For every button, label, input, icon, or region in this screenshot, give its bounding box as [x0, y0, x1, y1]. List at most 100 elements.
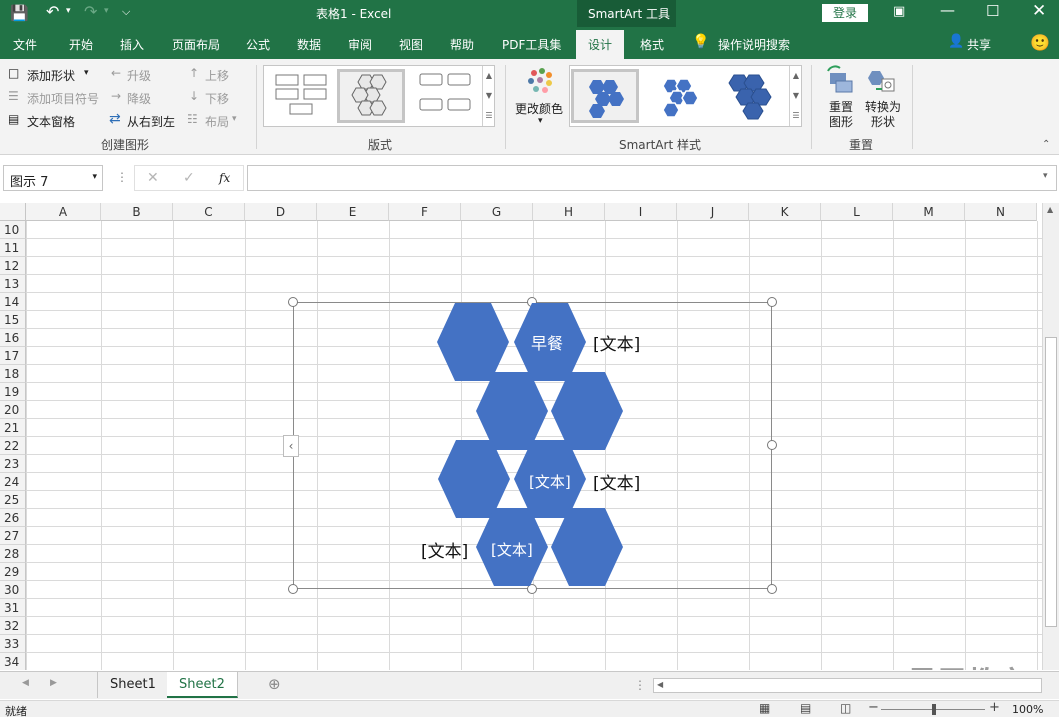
tab-formulas[interactable]: 公式: [246, 36, 270, 53]
login-button[interactable]: 登录: [822, 4, 868, 22]
add-bullet-button[interactable]: 添加项目符号: [27, 90, 99, 107]
redo-icon[interactable]: ↷: [84, 2, 97, 21]
hexagon-shape[interactable]: [438, 440, 510, 518]
create-graphic-group-label: 创建图形: [101, 138, 150, 152]
add-shape-icon: □: [8, 66, 20, 80]
redo-dropdown-icon[interactable]: ▾: [104, 6, 109, 16]
user-icon: 👤: [948, 34, 965, 49]
sheet-tab-sheet1[interactable]: Sheet1: [97, 672, 169, 698]
horizontal-scrollbar[interactable]: ◀: [653, 678, 1042, 693]
page-layout-view-icon[interactable]: ▤: [800, 701, 811, 715]
right-to-left-icon: ⇄: [109, 111, 121, 127]
side-text-placeholder[interactable]: [文本]: [421, 537, 468, 562]
scroll-up-icon[interactable]: ▲: [1047, 205, 1053, 214]
insert-function-icon[interactable]: fx: [219, 171, 230, 185]
layout-option-blocks[interactable]: [268, 69, 336, 123]
tab-review[interactable]: 审阅: [348, 36, 372, 53]
hexagon-shape[interactable]: [551, 508, 623, 586]
change-colors-button[interactable]: 更改颜色: [515, 100, 563, 117]
new-sheet-icon[interactable]: ⊕: [268, 675, 281, 693]
tab-page-layout[interactable]: 页面布局: [172, 36, 220, 53]
tab-data[interactable]: 数据: [297, 36, 321, 53]
style-option-3d[interactable]: [720, 69, 788, 123]
zoom-slider-thumb[interactable]: [932, 704, 936, 715]
change-colors-dropdown-icon[interactable]: ▾: [538, 116, 543, 126]
tab-insert[interactable]: 插入: [120, 36, 144, 53]
tab-help[interactable]: 帮助: [450, 36, 474, 53]
tab-view[interactable]: 视图: [399, 36, 423, 53]
minimize-icon[interactable]: —: [940, 1, 955, 19]
save-icon[interactable]: 💾: [10, 4, 29, 22]
styles-gallery-scroll[interactable]: ▲ ▼ ☰: [789, 66, 802, 126]
context-tab-label: SmartArt 工具: [588, 7, 670, 21]
name-box-value: 图示 7: [10, 175, 49, 190]
add-shape-dropdown-icon[interactable]: ▾: [84, 68, 89, 78]
scroll-left-icon[interactable]: ◀: [657, 680, 663, 689]
right-to-left-button[interactable]: 从右到左: [127, 113, 175, 130]
tell-me-search[interactable]: 操作说明搜索: [718, 36, 790, 53]
style-option-outline[interactable]: [645, 69, 713, 123]
hexagon-shape[interactable]: [476, 372, 548, 450]
tab-home[interactable]: 开始: [69, 36, 93, 53]
hexagon-shape[interactable]: [551, 372, 623, 450]
promote-button[interactable]: 升级: [127, 67, 151, 84]
demote-button[interactable]: 降级: [127, 90, 151, 107]
zoom-out-icon[interactable]: −: [868, 700, 879, 715]
share-button[interactable]: 共享: [967, 36, 991, 53]
sheet-tab-sheet2[interactable]: Sheet2: [167, 672, 238, 698]
smiley-icon[interactable]: 🙂: [1030, 33, 1050, 52]
vertical-scrollbar[interactable]: ▲: [1042, 203, 1059, 670]
vertical-scroll-thumb[interactable]: [1045, 337, 1057, 627]
sheet-tabs-bar: ◀ ▶ Sheet1 Sheet2 ⊕ ⋮ ◀: [0, 671, 1059, 699]
hexagon-text-placeholder[interactable]: [文本]: [491, 539, 533, 560]
text-pane-button[interactable]: 文本窗格: [27, 113, 75, 130]
title-bar: 💾 ↶ ▾ ↷ ▾ ⌵ 表格1 - Excel SmartArt 工具 登录 ▣…: [0, 0, 1059, 27]
zoom-level[interactable]: 100%: [1012, 703, 1043, 716]
collapse-ribbon-icon[interactable]: ⌃: [1042, 139, 1050, 150]
side-text-placeholder[interactable]: [文本]: [593, 469, 640, 494]
style-option-flat[interactable]: [571, 69, 639, 123]
reset-graphic-button[interactable]: 重置 图形: [829, 100, 853, 130]
layout-button[interactable]: 布局: [205, 113, 229, 130]
hexagon-shape[interactable]: [437, 303, 509, 381]
page-break-view-icon[interactable]: ◫: [840, 701, 851, 715]
tab-format[interactable]: 格式: [640, 36, 664, 53]
hexagon-text-breakfast[interactable]: 早餐: [531, 330, 563, 354]
undo-icon[interactable]: ↶: [46, 2, 59, 21]
expand-formula-icon[interactable]: ▾: [1043, 171, 1048, 181]
next-sheet-icon[interactable]: ▶: [50, 678, 57, 688]
layouts-gallery-scroll[interactable]: ▲ ▼ ☰: [482, 66, 495, 126]
maximize-icon[interactable]: ☐: [986, 2, 999, 20]
formula-input[interactable]: [247, 165, 1057, 191]
status-bar: 就绪 ▦ ▤ ◫ − + 100%: [0, 700, 1059, 718]
watermark: 最需教育: [907, 658, 1027, 670]
layout-option-rounded-blocks[interactable]: [412, 69, 480, 123]
ribbon-display-options-icon[interactable]: ▣: [893, 4, 905, 19]
cancel-icon[interactable]: ✕: [147, 170, 159, 186]
worksheet: ABCDEFGHIJKLMN 10 11 12 13 14 15 16 17 18 19 20 21 2…: [0, 203, 1059, 670]
name-box[interactable]: 图示 7 ▾: [3, 165, 103, 191]
hexagon-text-placeholder[interactable]: [文本]: [529, 471, 571, 492]
zoom-in-icon[interactable]: +: [989, 700, 1000, 715]
move-down-button[interactable]: 下移: [205, 90, 229, 107]
normal-view-icon[interactable]: ▦: [759, 701, 770, 715]
tab-split-grip-icon[interactable]: ⋮: [634, 678, 646, 692]
name-box-dropdown-icon[interactable]: ▾: [92, 172, 97, 182]
move-down-icon: ↓: [189, 89, 200, 103]
layout-option-hexagon-cluster[interactable]: [337, 69, 405, 123]
add-shape-button[interactable]: 添加形状: [27, 67, 75, 84]
undo-dropdown-icon[interactable]: ▾: [66, 6, 71, 16]
tab-file[interactable]: 文件: [13, 36, 37, 53]
close-icon[interactable]: ✕: [1032, 1, 1046, 21]
tab-pdf-tools[interactable]: PDF工具集: [502, 36, 561, 53]
customize-toolbar-icon[interactable]: ⌵: [122, 5, 130, 19]
layout-dropdown-icon[interactable]: ▾: [232, 114, 237, 124]
smartart-tools-context: SmartArt 工具: [577, 0, 676, 27]
layouts-gallery: ▲ ▼ ☰: [263, 65, 495, 127]
move-up-button[interactable]: 上移: [205, 67, 229, 84]
enter-icon[interactable]: ✓: [183, 170, 195, 186]
prev-sheet-icon[interactable]: ◀: [22, 678, 29, 688]
convert-to-shapes-button[interactable]: 转换为 形状: [865, 100, 901, 130]
side-text-placeholder[interactable]: [文本]: [593, 330, 640, 355]
tab-design[interactable]: 设计: [576, 30, 625, 59]
